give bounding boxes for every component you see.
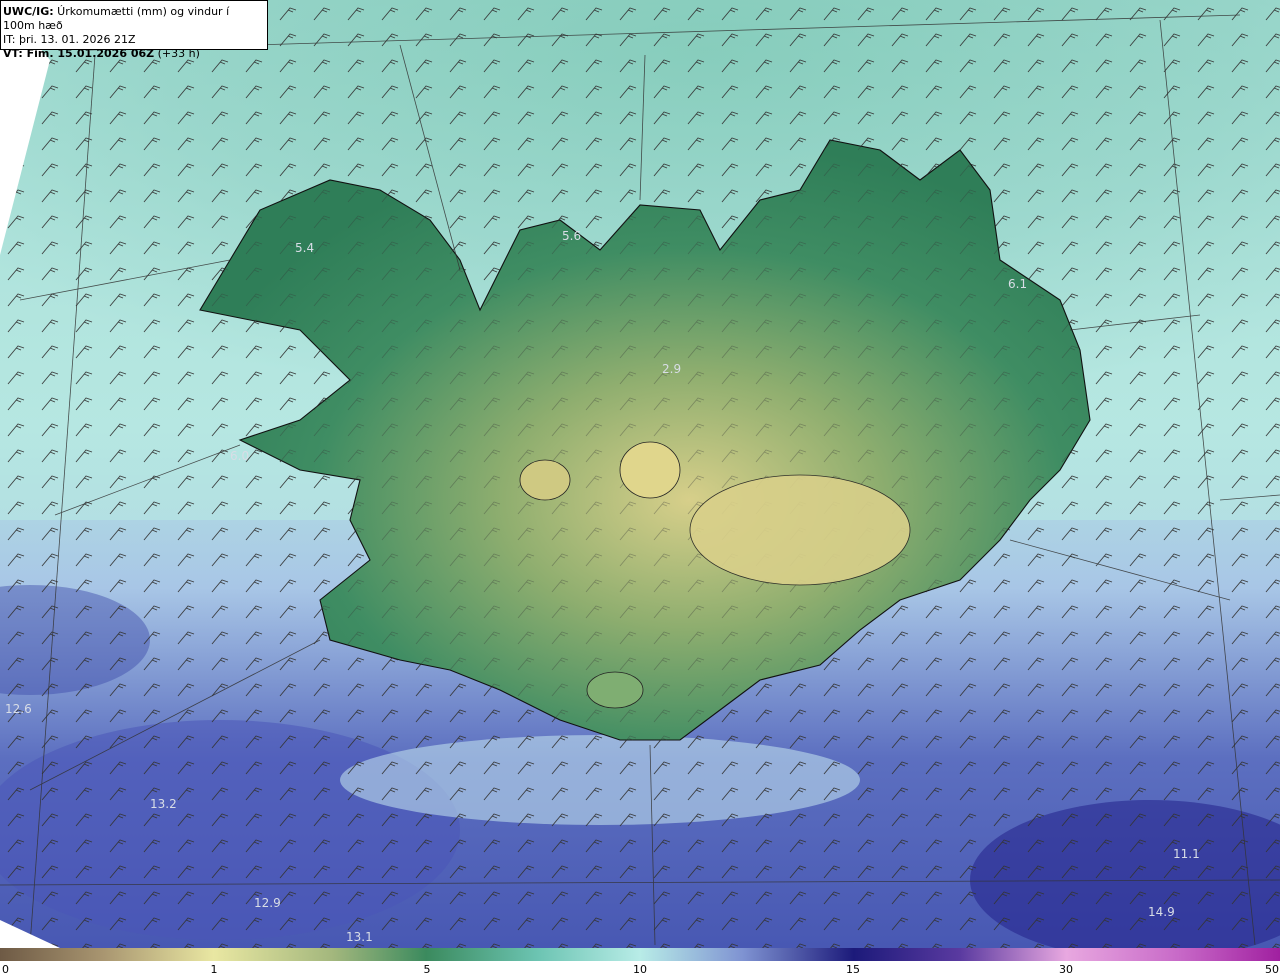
precipitable-water-map: 5.4 5.6 2.9 6.1 6.0 12.6 13.2 12.9 13.1 … [0, 0, 1280, 948]
colorbar-tick: 5 [423, 963, 431, 976]
map-label-9: 13.1 [346, 930, 373, 944]
map-label-8: 12.9 [254, 896, 281, 910]
valid-time: VT: Fim. 15.01.2026 06Z [3, 47, 155, 60]
map-label-4: 6.1 [1008, 277, 1027, 291]
colorbar-tick: 1 [210, 963, 218, 976]
hofsjokull [619, 441, 681, 499]
map-title-box: UWC/IG: Úrkomumætti (mm) og vindur í 100… [0, 0, 268, 60]
langjokull [519, 459, 571, 501]
map-label-1: 5.4 [295, 241, 314, 255]
colorbar-ticks: 0 1 5 10 15 30 50 [0, 962, 1280, 978]
model-name: UWC/IG: [3, 5, 54, 18]
colorbar [0, 948, 1280, 961]
colorbar-tick: 15 [846, 963, 860, 976]
map-label-2: 5.6 [562, 229, 581, 243]
myrdalsjokull [586, 671, 644, 709]
map-label-6: 12.6 [5, 702, 32, 716]
colorbar-tick: 10 [633, 963, 647, 976]
colorbar-tick: 30 [1059, 963, 1073, 976]
map-label-3: 2.9 [662, 362, 681, 376]
map-label-10: 11.1 [1173, 847, 1200, 861]
map-label-11: 14.9 [1148, 905, 1175, 919]
valid-time-line: VT: Fim. 15.01.2026 06Z (+33 h) [3, 47, 263, 61]
forecast-hour: (+33 h) [154, 47, 200, 60]
map-label-7: 13.2 [150, 797, 177, 811]
colorbar-tick: 50 [1265, 963, 1279, 976]
colorbar-tick: 0 [2, 963, 9, 976]
initial-time: IT: þri. 13. 01. 2026 21Z [3, 33, 136, 46]
title-line: UWC/IG: Úrkomumætti (mm) og vindur í 100… [3, 5, 263, 33]
map-label-5: 6.0 [230, 449, 249, 463]
vatnajokull [689, 474, 911, 586]
